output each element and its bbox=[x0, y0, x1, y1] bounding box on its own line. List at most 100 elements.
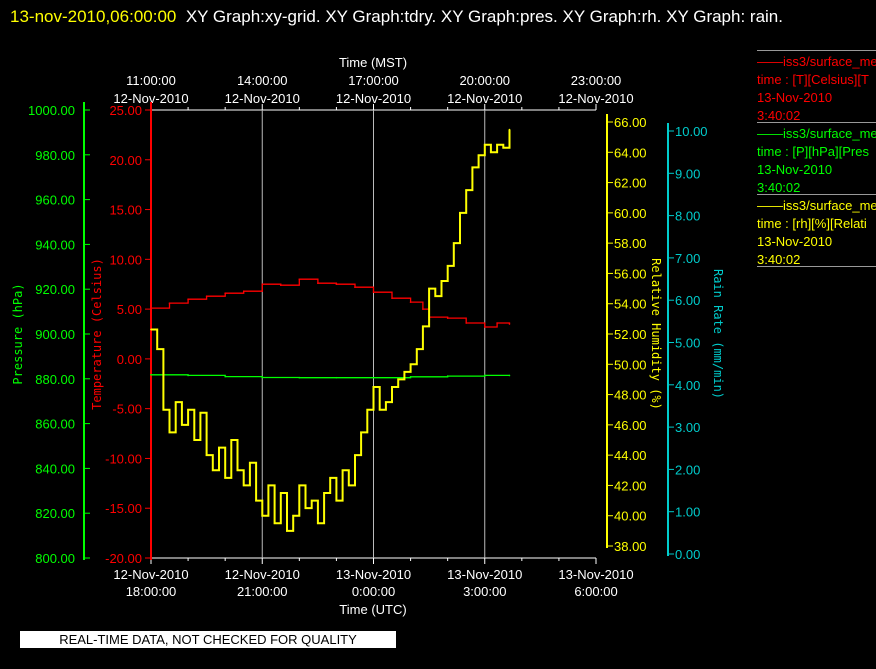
rh-data-point bbox=[502, 146, 505, 149]
rh-data-point bbox=[187, 408, 189, 411]
rh-data-point bbox=[162, 408, 165, 411]
legend-date: 13-Nov-2010 bbox=[757, 234, 833, 249]
rh-tick-label: 44.00 bbox=[614, 448, 647, 463]
rh-data-point bbox=[471, 166, 474, 169]
rh-data-point bbox=[477, 154, 480, 157]
rh-data-point bbox=[409, 363, 412, 366]
rh-data-point bbox=[459, 212, 461, 214]
temperature-data-point bbox=[298, 278, 301, 281]
xy-graph: Time (MST) Time (UTC) Pressure (hPa) Tem… bbox=[11, 55, 725, 617]
rh-data-point bbox=[366, 408, 369, 411]
legend-divider bbox=[757, 266, 876, 268]
rh-data-point bbox=[490, 151, 492, 154]
pressure-tick-label: 940.00 bbox=[35, 237, 75, 252]
rh-data-point bbox=[205, 454, 208, 456]
top-tick-time: 17:00:00 bbox=[348, 73, 399, 88]
temperature-tick-label: 0.00 bbox=[117, 352, 142, 367]
rh-data-point bbox=[378, 408, 381, 411]
top-tick-date: 12-Nov-2010 bbox=[558, 91, 633, 106]
rh-data-point bbox=[193, 439, 196, 441]
rh-data-point bbox=[323, 492, 325, 494]
rh-tick-label: 60.00 bbox=[614, 206, 647, 221]
temperature-data-point bbox=[205, 295, 208, 297]
pressure-data-point bbox=[298, 376, 301, 379]
pressure-tick-label: 900.00 bbox=[35, 327, 75, 342]
rh-data-point bbox=[403, 371, 406, 373]
pressure-axis-label: Pressure (hPa) bbox=[11, 283, 25, 384]
bottom-tick-time: 6:00:00 bbox=[574, 584, 617, 599]
rh-data-point bbox=[242, 484, 245, 487]
rh-data-point bbox=[397, 378, 400, 381]
top-tick-time: 11:00:00 bbox=[126, 73, 176, 88]
pressure-tick-label: 980.00 bbox=[35, 148, 75, 163]
pressure-tick-label: 860.00 bbox=[35, 417, 75, 432]
temperature-tick-label: 15.00 bbox=[109, 203, 142, 218]
rh-data-point bbox=[360, 431, 362, 434]
temperature-data-point bbox=[496, 322, 498, 324]
rh-data-point bbox=[372, 386, 375, 388]
top-tick-date: 12-Nov-2010 bbox=[336, 91, 411, 106]
temperature-data-point bbox=[224, 292, 226, 294]
bottom-tick-date: 12-Nov-2010 bbox=[113, 567, 188, 582]
pressure-tick-label: 820.00 bbox=[35, 506, 75, 521]
rh-data-point bbox=[236, 469, 239, 472]
legend-series-name: ——iss3/surface_me bbox=[757, 54, 876, 69]
rh-tick-label: 42.00 bbox=[614, 478, 647, 493]
temperature-data-point bbox=[335, 283, 338, 286]
bottom-axis-label: Time (UTC) bbox=[339, 602, 406, 617]
bottom-tick-time: 21:00:00 bbox=[237, 584, 288, 599]
rh-data-point bbox=[354, 454, 356, 456]
top-tick-date: 12-Nov-2010 bbox=[225, 91, 300, 106]
pressure-series-line bbox=[151, 374, 510, 379]
rh-data-point bbox=[230, 439, 233, 441]
rh-tick-label: 58.00 bbox=[614, 236, 647, 251]
top-tick-date: 12-Nov-2010 bbox=[447, 91, 522, 106]
rh-data-point bbox=[255, 499, 257, 502]
legend-entry: ——iss3/surface_me time : [P][hPa][Pres 1… bbox=[757, 122, 876, 194]
rh-data-point bbox=[347, 484, 350, 487]
legend-series-name: ——iss3/surface_me bbox=[757, 126, 876, 141]
rh-data-point bbox=[174, 401, 177, 403]
temperature-data-point bbox=[483, 326, 486, 328]
temperature-data-point bbox=[391, 297, 393, 299]
rh-data-point bbox=[434, 295, 437, 297]
rh-data-point bbox=[156, 348, 158, 350]
rh-series-line bbox=[151, 129, 511, 532]
rain-tick-label: 0.00 bbox=[675, 547, 700, 562]
temperature-series-line bbox=[151, 278, 511, 328]
rh-data-point bbox=[341, 469, 344, 472]
rh-data-point bbox=[317, 522, 319, 525]
legend-field: time : [P][hPa][Pres bbox=[757, 144, 869, 159]
rain-tick-label: 2.00 bbox=[675, 462, 700, 477]
rh-data-point bbox=[428, 287, 430, 290]
rh-data-point bbox=[150, 328, 152, 331]
rh-data-point bbox=[267, 484, 270, 487]
rh-tick-label: 52.00 bbox=[614, 327, 647, 342]
rain-axis-label: Rain Rate (mm/min) bbox=[711, 269, 725, 399]
pressure-tick-label: 1000.00 bbox=[28, 103, 75, 118]
temperature-tick-label: -5.00 bbox=[112, 402, 142, 417]
pressure-data-point bbox=[483, 374, 486, 377]
legend: ——iss3/surface_me time : [T][Celsius][T … bbox=[757, 50, 876, 268]
temperature-data-point bbox=[187, 298, 189, 300]
pressure-data-point bbox=[187, 374, 189, 377]
pressure-tick-label: 880.00 bbox=[35, 372, 75, 387]
temperature-data-point bbox=[242, 290, 245, 292]
rh-data-point bbox=[453, 242, 455, 244]
temperature-data-point bbox=[317, 282, 319, 285]
rh-tick-label: 64.00 bbox=[614, 145, 647, 160]
top-tick-time: 23:00:00 bbox=[571, 73, 622, 88]
rain-tick-label: 9.00 bbox=[675, 166, 700, 181]
temperature-tick-label: 10.00 bbox=[109, 252, 142, 267]
legend-entry: ——iss3/surface_me time : [rh][%][Relati … bbox=[757, 194, 876, 266]
pressure-data-point bbox=[508, 374, 511, 377]
rh-axis-label: Relative Humidity (%) bbox=[649, 258, 663, 410]
legend-line-swatch: —— bbox=[757, 126, 783, 141]
temperature-data-point bbox=[279, 284, 282, 287]
rh-tick-label: 38.00 bbox=[614, 539, 647, 554]
rh-data-point bbox=[249, 461, 251, 464]
rh-tick-label: 62.00 bbox=[614, 176, 647, 191]
bottom-tick-date: 12-Nov-2010 bbox=[225, 567, 300, 582]
bottom-tick-time: 18:00:00 bbox=[126, 584, 177, 599]
pressure-data-point bbox=[372, 376, 375, 379]
